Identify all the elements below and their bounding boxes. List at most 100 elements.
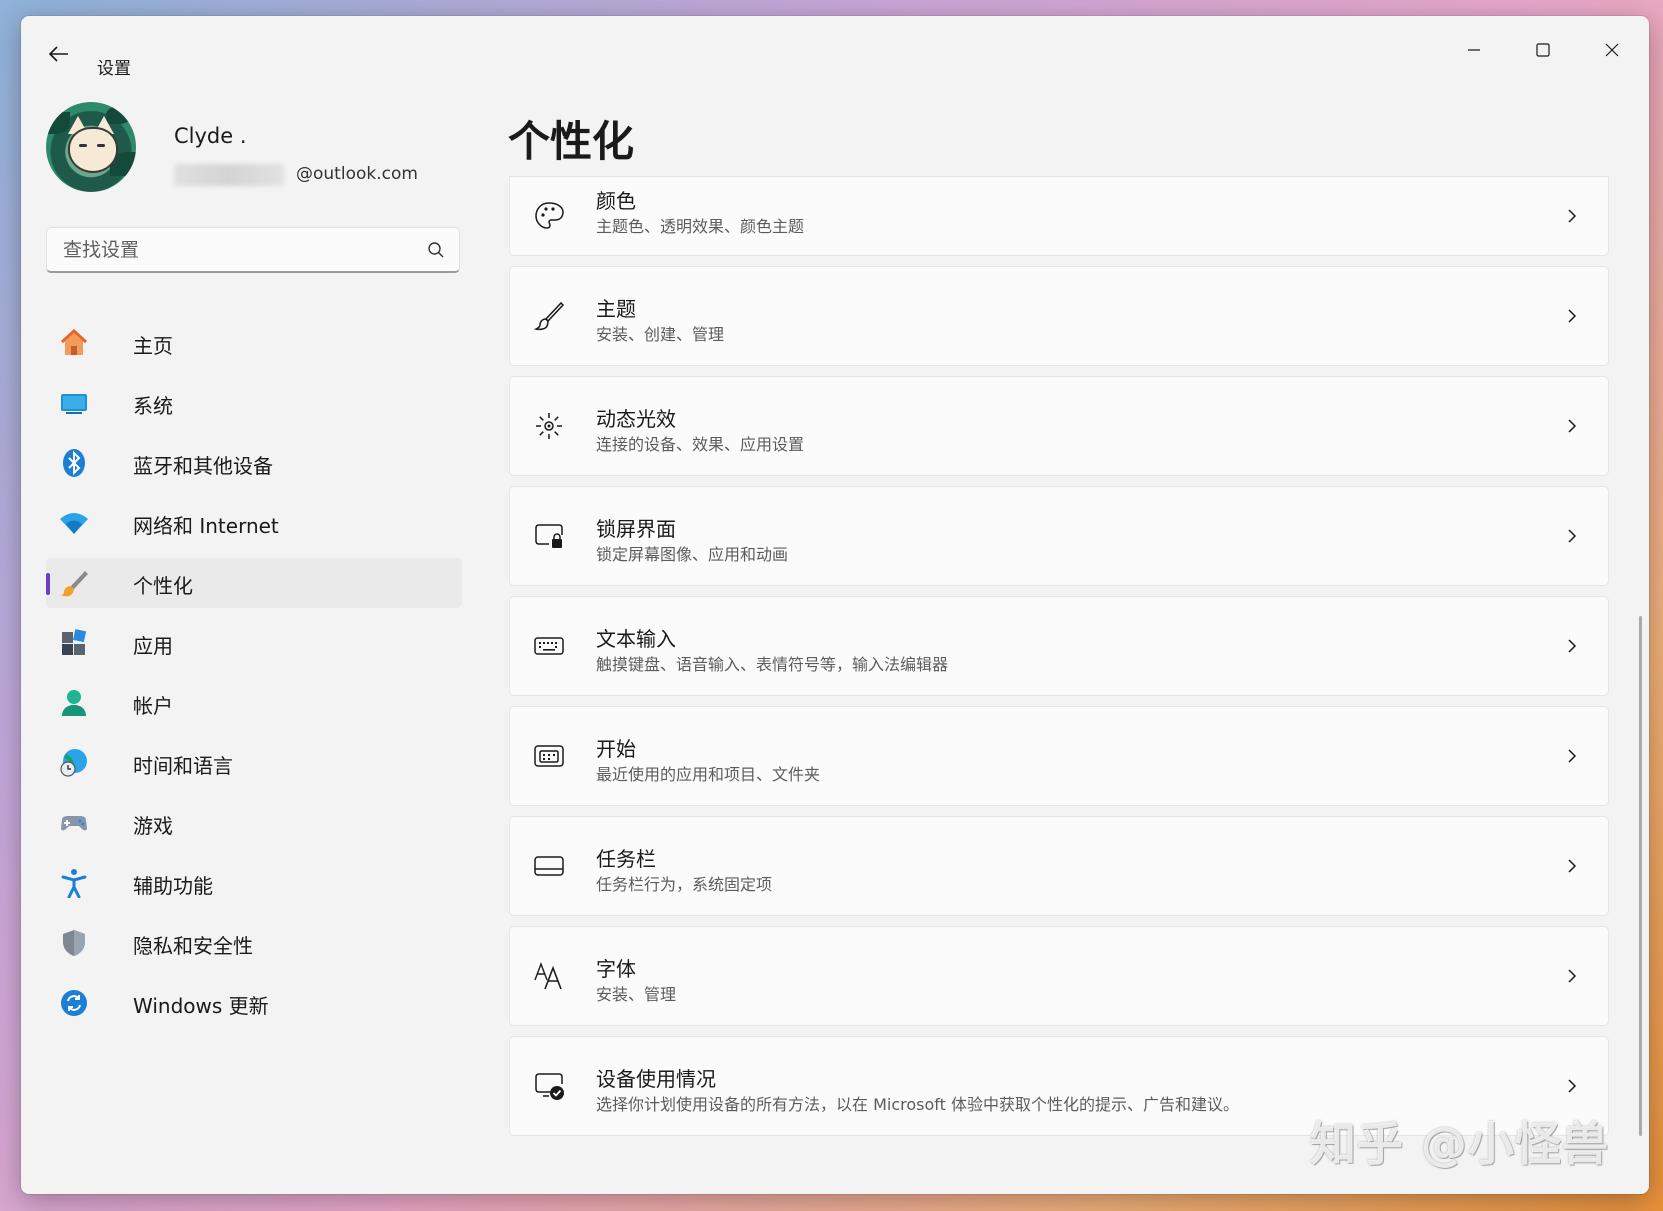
brush-icon bbox=[532, 299, 566, 333]
palette-icon bbox=[532, 199, 566, 233]
user-profile[interactable]: Clyde . @outlook.com bbox=[46, 102, 466, 202]
keyboard-icon bbox=[532, 629, 566, 663]
sidebar-item-label: Windows 更新 bbox=[133, 994, 269, 1018]
chevron-right-icon bbox=[1568, 309, 1577, 323]
settings-card-taskbar[interactable]: 任务栏 任务栏行为，系统固定项 bbox=[509, 816, 1609, 916]
back-arrow-icon bbox=[49, 46, 68, 62]
lock-screen-icon bbox=[532, 519, 566, 553]
search-box[interactable] bbox=[46, 227, 460, 273]
settings-list: 颜色 主题色、透明效果、颜色主题 主题 安装、创建、管理 动态光效 连接的设备、… bbox=[509, 176, 1609, 1146]
chevron-right-icon bbox=[1568, 419, 1577, 433]
card-title: 锁屏界面 bbox=[596, 517, 676, 541]
sidebar-item-label: 隐私和安全性 bbox=[133, 934, 253, 958]
chevron-right-icon bbox=[1568, 529, 1577, 543]
dynamic-lighting-icon bbox=[532, 409, 566, 443]
bluetooth-icon bbox=[59, 448, 89, 478]
settings-card-colors[interactable]: 颜色 主题色、透明效果、颜色主题 bbox=[509, 176, 1609, 256]
sidebar-item-gaming[interactable]: 游戏 bbox=[46, 798, 462, 848]
settings-card-fonts[interactable]: 字体 安装、管理 bbox=[509, 926, 1609, 1026]
chevron-right-icon bbox=[1568, 859, 1577, 873]
chevron-right-icon bbox=[1568, 639, 1577, 653]
profile-email: @outlook.com bbox=[296, 164, 418, 184]
wifi-icon bbox=[59, 508, 89, 538]
card-description: 安装、管理 bbox=[596, 985, 677, 1004]
settings-window: 设置 Clyde . @outlook.com 查找设置 主页 系统 蓝牙和其他… bbox=[21, 16, 1649, 1194]
sidebar-item-label: 时间和语言 bbox=[133, 754, 233, 778]
sidebar-item-bluetooth[interactable]: 蓝牙和其他设备 bbox=[46, 438, 462, 488]
sidebar-item-privacy[interactable]: 隐私和安全性 bbox=[46, 918, 462, 968]
profile-name: Clyde . bbox=[174, 124, 247, 148]
card-title: 设备使用情况 bbox=[596, 1067, 716, 1091]
maximize-icon bbox=[1536, 43, 1550, 57]
card-description: 锁定屏幕图像、应用和动画 bbox=[596, 545, 789, 564]
chevron-right-icon bbox=[1568, 1079, 1577, 1093]
time-language-icon bbox=[59, 748, 89, 778]
close-icon bbox=[1605, 43, 1619, 57]
settings-card-lock-screen[interactable]: 锁屏界面 锁定屏幕图像、应用和动画 bbox=[509, 486, 1609, 586]
maximize-button[interactable] bbox=[1513, 30, 1573, 70]
personalization-brush-icon bbox=[59, 568, 89, 598]
sidebar-item-label: 应用 bbox=[133, 634, 173, 658]
sidebar-item-label: 网络和 Internet bbox=[133, 514, 279, 538]
card-description: 主题色、透明效果、颜色主题 bbox=[596, 217, 805, 236]
minimize-button[interactable] bbox=[1444, 30, 1504, 70]
email-redacted bbox=[174, 164, 284, 186]
settings-card-text-input[interactable]: 文本输入 触摸键盘、语音输入、表情符号等，输入法编辑器 bbox=[509, 596, 1609, 696]
card-description: 连接的设备、效果、应用设置 bbox=[596, 435, 805, 454]
card-description: 任务栏行为，系统固定项 bbox=[596, 875, 773, 894]
sidebar-item-accessibility[interactable]: 辅助功能 bbox=[46, 858, 462, 908]
avatar[interactable] bbox=[46, 102, 136, 192]
chevron-right-icon bbox=[1568, 209, 1577, 223]
sidebar-item-apps[interactable]: 应用 bbox=[46, 618, 462, 668]
scrollbar[interactable] bbox=[1639, 616, 1642, 1136]
privacy-shield-icon bbox=[59, 928, 89, 958]
home-icon bbox=[59, 328, 89, 358]
sidebar-item-label: 帐户 bbox=[133, 694, 173, 718]
card-title: 任务栏 bbox=[596, 847, 656, 871]
watermark: 知乎 @小怪兽 bbox=[1310, 1117, 1610, 1171]
chevron-right-icon bbox=[1568, 969, 1577, 983]
apps-icon bbox=[59, 628, 89, 658]
settings-card-dynamic-lighting[interactable]: 动态光效 连接的设备、效果、应用设置 bbox=[509, 376, 1609, 476]
search-icon[interactable] bbox=[427, 241, 445, 259]
sidebar-item-time-language[interactable]: 时间和语言 bbox=[46, 738, 462, 788]
app-title: 设置 bbox=[97, 59, 131, 79]
settings-card-start[interactable]: 开始 最近使用的应用和项目、文件夹 bbox=[509, 706, 1609, 806]
card-description: 选择你计划使用设备的所有方法，以在 Microsoft 体验中获取个性化的提示、… bbox=[596, 1095, 1239, 1114]
back-button[interactable] bbox=[43, 38, 75, 70]
card-title: 文本输入 bbox=[596, 627, 676, 651]
system-icon bbox=[59, 388, 89, 418]
card-title: 动态光效 bbox=[596, 407, 676, 431]
account-icon bbox=[59, 688, 89, 718]
accessibility-icon bbox=[59, 868, 89, 898]
card-description: 触摸键盘、语音输入、表情符号等，输入法编辑器 bbox=[596, 655, 949, 674]
page-title: 个性化 bbox=[508, 117, 635, 166]
card-description: 安装、创建、管理 bbox=[596, 325, 725, 344]
sidebar-item-label: 系统 bbox=[133, 394, 173, 418]
fonts-icon bbox=[532, 959, 566, 993]
gaming-icon bbox=[59, 808, 89, 838]
sidebar-item-network[interactable]: 网络和 Internet bbox=[46, 498, 462, 548]
sidebar-item-home[interactable]: 主页 bbox=[46, 318, 462, 368]
sidebar-item-windows-update[interactable]: Windows 更新 bbox=[46, 978, 462, 1028]
card-title: 颜色 bbox=[596, 189, 636, 213]
chevron-right-icon bbox=[1568, 749, 1577, 763]
start-menu-icon bbox=[532, 739, 566, 773]
sidebar-item-accounts[interactable]: 帐户 bbox=[46, 678, 462, 728]
sidebar-item-personalization[interactable]: 个性化 bbox=[46, 558, 462, 608]
minimize-icon bbox=[1468, 49, 1480, 51]
sidebar-item-label: 个性化 bbox=[133, 574, 193, 598]
search-input[interactable] bbox=[61, 228, 405, 272]
sidebar-item-label: 辅助功能 bbox=[133, 874, 213, 898]
card-title: 主题 bbox=[596, 297, 636, 321]
taskbar-icon bbox=[532, 849, 566, 883]
close-button[interactable] bbox=[1582, 30, 1642, 70]
device-usage-icon bbox=[532, 1069, 566, 1103]
windows-update-icon bbox=[59, 988, 89, 1018]
card-description: 最近使用的应用和项目、文件夹 bbox=[596, 765, 821, 784]
sidebar-item-system[interactable]: 系统 bbox=[46, 378, 462, 428]
card-title: 字体 bbox=[596, 957, 636, 981]
settings-card-themes[interactable]: 主题 安装、创建、管理 bbox=[509, 266, 1609, 366]
title-bar: 设置 bbox=[21, 16, 1649, 80]
sidebar-item-label: 主页 bbox=[133, 334, 173, 358]
